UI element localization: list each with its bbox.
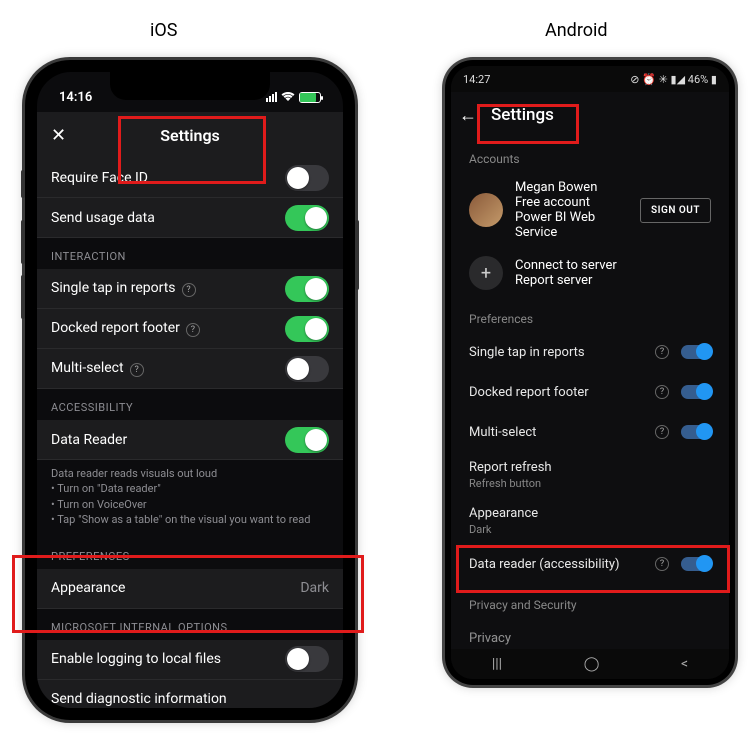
android-device-frame: 14:27 ⊘ ⏰ ✳ ▮◢ 46% ▮ ← Settings Accounts… bbox=[445, 60, 735, 685]
row-single-tap[interactable]: Single tap in reports? bbox=[37, 269, 343, 309]
row-label: Data reader (accessibility) bbox=[469, 557, 649, 572]
row-label: Docked report footer? bbox=[51, 320, 285, 337]
toggle-docked-footer[interactable] bbox=[285, 316, 329, 342]
row-data-reader[interactable]: Data reader (accessibility) ? bbox=[451, 544, 729, 584]
info-icon[interactable]: ? bbox=[186, 323, 200, 337]
page-title: Settings bbox=[491, 105, 554, 125]
toggle-multi-select[interactable] bbox=[681, 425, 711, 439]
info-icon[interactable]: ? bbox=[130, 363, 144, 377]
back-arrow-icon[interactable]: ← bbox=[459, 105, 477, 126]
row-appearance[interactable]: Appearance Dark bbox=[37, 569, 343, 609]
row-docked-footer[interactable]: Docked report footer ? bbox=[451, 372, 729, 412]
row-send-diag[interactable]: Send diagnostic information bbox=[37, 680, 343, 708]
toggle-single-tap[interactable] bbox=[285, 276, 329, 302]
toggle-data-reader[interactable] bbox=[285, 427, 329, 453]
section-interaction: INTERACTION bbox=[37, 238, 343, 269]
toggle-single-tap[interactable] bbox=[681, 345, 711, 359]
avatar bbox=[469, 193, 503, 227]
section-internal: MICROSOFT INTERNAL OPTIONS bbox=[37, 609, 343, 640]
android-label: Android bbox=[545, 20, 608, 41]
account-sub: Free account bbox=[515, 195, 628, 210]
info-icon[interactable]: ? bbox=[655, 385, 669, 399]
appearance-value: Dark bbox=[300, 580, 329, 596]
row-enable-logging[interactable]: Enable logging to local files bbox=[37, 640, 343, 680]
connect-sub: Report server bbox=[515, 273, 711, 288]
row-label: Appearance bbox=[469, 506, 711, 521]
toggle-send-usage[interactable] bbox=[285, 205, 329, 231]
row-label: Privacy bbox=[469, 631, 711, 646]
row-label: Send usage data bbox=[51, 210, 285, 226]
section-accessibility: ACCESSIBILITY bbox=[37, 389, 343, 420]
appearance-value: Dark bbox=[469, 523, 711, 536]
row-report-refresh[interactable]: Report refresh Refresh button bbox=[451, 452, 729, 498]
toggle-data-reader[interactable] bbox=[681, 557, 711, 571]
row-label: Docked report footer bbox=[469, 385, 649, 400]
section-privacy: Privacy and Security bbox=[451, 584, 729, 618]
android-time: 14:27 bbox=[463, 73, 490, 86]
android-status-icons: ⊘ ⏰ ✳ ▮◢ 46% ▮ bbox=[630, 73, 717, 86]
close-icon[interactable]: ✕ bbox=[51, 125, 66, 146]
toggle-multi-select[interactable] bbox=[285, 356, 329, 382]
account-sub: Power BI Web Service bbox=[515, 210, 628, 240]
row-data-reader[interactable]: Data Reader bbox=[37, 420, 343, 460]
row-label: Single tap in reports? bbox=[51, 280, 285, 297]
section-preferences: PREFERENCES bbox=[37, 538, 343, 569]
info-icon[interactable]: ? bbox=[655, 425, 669, 439]
row-sub: Refresh button bbox=[469, 477, 711, 490]
connect-label: Connect to server bbox=[515, 258, 711, 273]
row-multi-select[interactable]: Multi-select? bbox=[37, 349, 343, 389]
ios-title-bar: ✕ Settings bbox=[37, 112, 343, 158]
row-label: Send diagnostic information bbox=[51, 691, 329, 707]
row-label: Enable logging to local files bbox=[51, 651, 285, 667]
iphone-device-frame: 14:16 ✕ Settings Require Face ID Send us… bbox=[25, 60, 355, 720]
battery-icon bbox=[299, 92, 321, 103]
row-require-faceid[interactable]: Require Face ID bbox=[37, 158, 343, 198]
page-title: Settings bbox=[160, 126, 220, 145]
signal-icon bbox=[266, 92, 277, 102]
row-label: Require Face ID bbox=[51, 170, 285, 186]
wifi-icon bbox=[281, 92, 295, 102]
toggle-require-faceid[interactable] bbox=[285, 165, 329, 191]
info-icon[interactable]: ? bbox=[655, 557, 669, 571]
ios-label: iOS bbox=[150, 20, 177, 41]
ios-time: 14:16 bbox=[59, 90, 92, 105]
row-label: Multi-select bbox=[469, 425, 649, 440]
info-icon[interactable]: ? bbox=[655, 345, 669, 359]
account-name: Megan Bowen bbox=[515, 180, 628, 195]
toggle-docked-footer[interactable] bbox=[681, 385, 711, 399]
iphone-notch bbox=[110, 72, 270, 100]
android-status-bar: 14:27 ⊘ ⏰ ✳ ▮◢ 46% ▮ bbox=[451, 66, 729, 92]
row-send-usage[interactable]: Send usage data bbox=[37, 198, 343, 238]
row-single-tap[interactable]: Single tap in reports ? bbox=[451, 332, 729, 372]
row-appearance[interactable]: Appearance Dark bbox=[451, 498, 729, 544]
section-accounts: Accounts bbox=[451, 138, 729, 172]
toggle-enable-logging[interactable] bbox=[285, 646, 329, 672]
account-row[interactable]: Megan Bowen Free account Power BI Web Se… bbox=[451, 172, 729, 248]
section-preferences: Preferences bbox=[451, 298, 729, 332]
sign-out-button[interactable]: SIGN OUT bbox=[640, 198, 711, 223]
android-nav-bar: ||| ◯ < bbox=[451, 649, 729, 679]
info-icon[interactable]: ? bbox=[182, 283, 196, 297]
connect-server-row[interactable]: + Connect to server Report server bbox=[451, 248, 729, 298]
row-privacy[interactable]: Privacy bbox=[451, 618, 729, 649]
data-reader-hint: Data reader reads visuals out loud • Tur… bbox=[37, 460, 343, 538]
home-icon[interactable]: ◯ bbox=[584, 656, 600, 672]
back-icon[interactable]: < bbox=[681, 656, 688, 672]
row-label: Single tap in reports bbox=[469, 345, 649, 360]
row-label: Appearance bbox=[51, 580, 300, 596]
android-title-bar: ← Settings bbox=[451, 92, 729, 138]
row-multi-select[interactable]: Multi-select ? bbox=[451, 412, 729, 452]
row-docked-footer[interactable]: Docked report footer? bbox=[37, 309, 343, 349]
row-label: Data Reader bbox=[51, 432, 285, 448]
row-label: Report refresh bbox=[469, 460, 711, 475]
recents-icon[interactable]: ||| bbox=[492, 656, 502, 672]
plus-icon: + bbox=[469, 256, 503, 290]
row-label: Multi-select? bbox=[51, 360, 285, 377]
